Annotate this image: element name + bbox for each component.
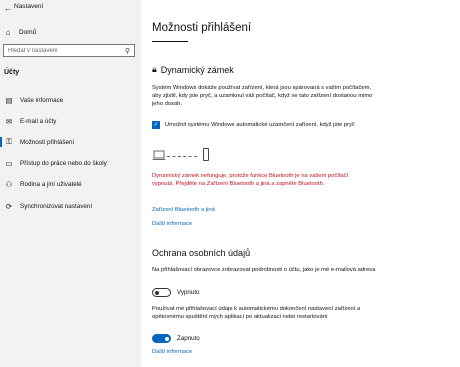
dynamic-lock-heading: 🔒︎ Dynamický zámek xyxy=(152,64,234,75)
device-pairing-diagram xyxy=(152,148,212,164)
page-title: Možnosti přihlášení xyxy=(152,22,252,34)
person-card-icon: ▤ xyxy=(5,95,13,105)
sync-icon: ⟳ xyxy=(5,201,13,211)
sidebar-item-family[interactable]: ⚇ Rodina a jiní uživatelé xyxy=(0,177,141,191)
dynamic-lock-checkbox[interactable]: ✓ xyxy=(152,121,160,129)
sidebar-item-email-accounts[interactable]: ✉ E-mail a účty xyxy=(0,114,141,128)
sidebar-item-sign-in-options[interactable]: ⚿ Možnosti přihlášení xyxy=(0,135,141,149)
dynamic-lock-checkbox-row[interactable]: ✓ Umožnit systému Windows automatické uz… xyxy=(152,121,382,129)
sidebar-item-label: Vaše informace xyxy=(20,96,64,104)
sidebar: ← Nastavení ⌂ Domů ⚲ Účty ▤ Vaše informa… xyxy=(0,0,141,367)
briefcase-icon: ▭ xyxy=(5,158,13,168)
people-icon: ⚇ xyxy=(5,179,13,189)
privacy-setting-2-toggle[interactable] xyxy=(152,334,171,343)
privacy-heading: Ochrana osobních údajů xyxy=(152,248,251,258)
privacy-setting-2-text: Používat mé přihlašovací údaje k automat… xyxy=(152,306,361,320)
dynamic-lock-description: Systém Windows dokáže používat zařízení,… xyxy=(152,85,373,107)
main-content: Možnosti přihlášení 🔒︎ Dynamický zámek S… xyxy=(141,0,460,367)
privacy-setting-1-toggle[interactable] xyxy=(152,288,171,297)
dynamic-lock-title: Dynamický zámek xyxy=(160,64,234,75)
privacy-setting-1-text: Na přihlašovací obrazovce zobrazovat pod… xyxy=(152,267,376,273)
privacy-setting-1-toggle-row[interactable]: Vypnuto xyxy=(152,288,199,297)
sidebar-item-label: Rodina a jiní uživatelé xyxy=(20,180,82,188)
toggle-state-label: Vypnuto xyxy=(177,289,200,296)
key-icon: ⚿ xyxy=(6,137,12,146)
search-icon[interactable]: ⚲ xyxy=(125,47,130,55)
checkbox-label: Umožnit systému Windows automatické uzam… xyxy=(165,122,355,128)
sidebar-item-label: E-mail a účty xyxy=(20,117,57,125)
laptop-icon xyxy=(152,150,166,160)
sidebar-item-your-info[interactable]: ▤ Vaše informace xyxy=(0,93,141,107)
sidebar-item-work-school[interactable]: ▭ Přístup do práce nebo do školy xyxy=(0,156,141,170)
dashed-connection-line xyxy=(167,156,197,157)
home-icon: ⌂ xyxy=(5,27,11,37)
sidebar-item-label: Synchronizovat nastavení xyxy=(20,202,93,210)
search-box[interactable]: ⚲ xyxy=(3,44,135,57)
sidebar-item-label: Možnosti přihlášení xyxy=(20,138,75,146)
search-input[interactable] xyxy=(8,47,108,54)
app-title: Nastavení xyxy=(14,3,44,10)
toggle-state-label: Zapnuto xyxy=(177,335,200,342)
privacy-setting-2-toggle-row[interactable]: Zapnuto xyxy=(152,334,200,343)
title-underline xyxy=(152,41,188,42)
dynamic-lock-more-info-link[interactable]: Další informace xyxy=(152,221,192,227)
mail-icon: ✉ xyxy=(5,116,13,126)
sidebar-item-sync[interactable]: ⟳ Synchronizovat nastavení xyxy=(0,199,141,213)
sidebar-item-label: Domů xyxy=(19,28,37,36)
bluetooth-devices-link[interactable]: Zařízení Bluetooth a jiná xyxy=(152,207,215,213)
bluetooth-warning: Dynamický zámek nefunguje, protože funkc… xyxy=(152,173,348,187)
phone-icon xyxy=(203,148,209,161)
lock-icon: 🔒︎ xyxy=(152,64,157,74)
sidebar-item-home[interactable]: ⌂ Domů xyxy=(3,26,139,38)
section-title: Účty xyxy=(4,69,20,76)
sidebar-item-label: Přístup do práce nebo do školy xyxy=(20,159,107,167)
privacy-more-info-link[interactable]: Další informace xyxy=(152,349,192,355)
back-arrow-icon[interactable]: ← xyxy=(3,3,13,13)
